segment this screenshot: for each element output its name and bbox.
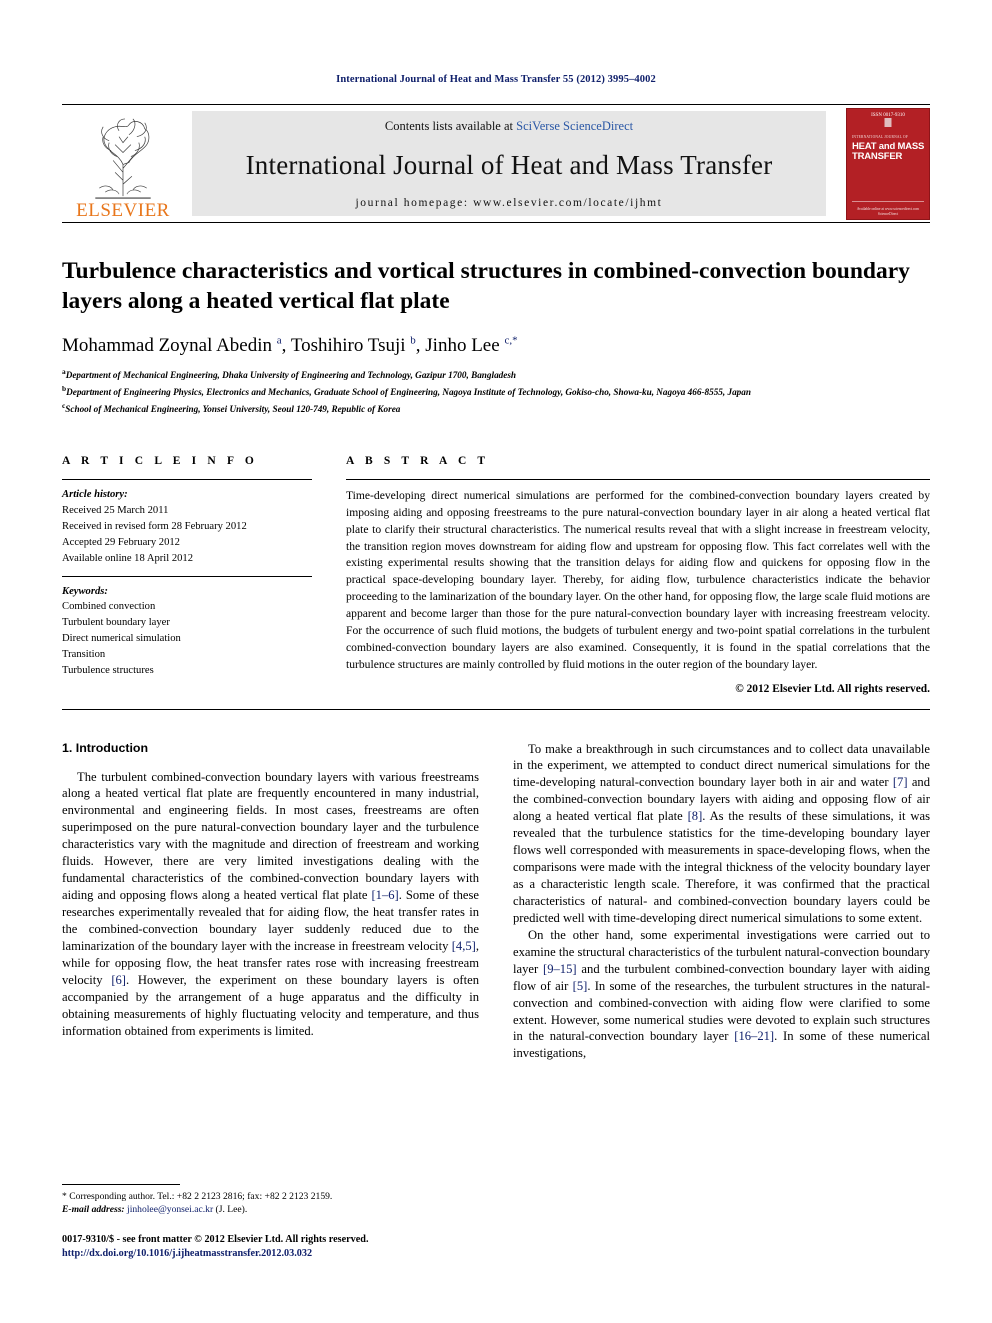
body-column-right: To make a breakthrough in such circumsta… — [513, 741, 930, 1063]
running-head: International Journal of Heat and Mass T… — [336, 74, 656, 85]
email-link[interactable]: jinholee@yonsei.ac.kr — [127, 1204, 213, 1215]
footnote-rule — [62, 1183, 180, 1185]
issn-line: 0017-9310/$ - see front matter © 2012 El… — [62, 1233, 369, 1245]
citation-ref[interactable]: [4,5] — [452, 939, 476, 953]
journal-homepage-link[interactable]: journal homepage: www.elsevier.com/locat… — [356, 197, 663, 209]
cover-subtitle: INTERNATIONAL JOURNAL OF — [852, 135, 909, 139]
history-item: Accepted 29 February 2012 — [62, 536, 180, 548]
keyword-item: Combined convection — [62, 601, 156, 613]
affiliation-list: aDepartment of Mechanical Engineering, D… — [62, 366, 930, 417]
abstract-column: A B S T R A C T Time-developing direct n… — [342, 455, 930, 695]
contents-prefix: Contents lists available at — [384, 119, 517, 133]
cover-footer-line2: ScienceDirect — [877, 211, 899, 216]
affiliation-text-a: Department of Mechanical Engineering, Dh… — [65, 369, 517, 380]
keywords-label: Keywords: — [62, 585, 108, 597]
abstract-copyright: © 2012 Elsevier Ltd. All rights reserved… — [735, 682, 930, 695]
footnote-block: * Corresponding author. Tel.: +82 2 2123… — [62, 1183, 478, 1261]
email-suffix: (J. Lee). — [215, 1204, 248, 1216]
contents-available-line: Contents lists available at SciVerse Sci… — [385, 119, 633, 134]
email-note: E-mail address: jinholee@yonsei.ac.kr (J… — [62, 1203, 478, 1217]
paragraph: The turbulent combined-convection bounda… — [62, 769, 480, 1038]
citation-ref[interactable]: [5] — [573, 979, 588, 993]
cover-footer: Available online at www.sciencedirect.co… — [847, 207, 929, 216]
email-label: E-mail address: — [62, 1204, 125, 1216]
affiliation-text-c: School of Mechanical Engineering, Yonsei… — [65, 404, 401, 415]
citation-ref[interactable]: [1–6] — [371, 888, 398, 902]
elsevier-logo: ELSEVIER — [62, 105, 184, 222]
cover-emblem-icon — [884, 118, 892, 127]
cover-footer-line1: Available online at www.sciencedirect.co… — [856, 207, 920, 212]
cover-title-line2: TRANSFER — [852, 150, 903, 162]
journal-cover-thumbnail: ISSN 0017-9310 INTERNATIONAL JOURNAL OF … — [832, 105, 930, 222]
affiliation-b: bDepartment of Engineering Physics, Elec… — [62, 383, 930, 400]
abstract-text: Time-developing direct numerical simulat… — [346, 489, 930, 671]
history-item: Received 25 March 2011 — [62, 504, 169, 516]
article-info-label: A R T I C L E I N F O — [62, 455, 258, 468]
citation-ref[interactable]: [9–15] — [543, 962, 577, 976]
author-list: Mohammad Zoynal Abedin a, Toshihiro Tsuj… — [62, 334, 518, 357]
section-heading-introduction: 1. Introduction — [62, 740, 149, 755]
keyword-item: Direct numerical simulation — [62, 633, 181, 645]
abstract-bottom-rule — [62, 708, 930, 710]
article-info-column: A R T I C L E I N F O Article history: R… — [62, 455, 342, 694]
elsevier-wordmark: ELSEVIER — [76, 200, 170, 221]
info-abstract-region: A R T I C L E I N F O Article history: R… — [62, 455, 930, 695]
keywords-block: Keywords: Combined convection Turbulent … — [62, 577, 312, 688]
corresponding-author-note: * Corresponding author. Tel.: +82 2 2123… — [62, 1190, 333, 1202]
keyword-item: Turbulence structures — [62, 664, 154, 676]
body-columns: 1. Introduction The turbulent combined-c… — [62, 741, 930, 1063]
history-item: Received in revised form 28 February 201… — [62, 520, 247, 532]
cover-image: ISSN 0017-9310 INTERNATIONAL JOURNAL OF … — [846, 108, 930, 220]
affiliation-a: aDepartment of Mechanical Engineering, D… — [62, 366, 930, 383]
masthead-bottom-rule — [62, 222, 930, 223]
doi-link[interactable]: http://dx.doi.org/10.1016/j.ijheatmasstr… — [62, 1247, 478, 1261]
affiliation-c: cSchool of Mechanical Engineering, Yonse… — [62, 400, 930, 417]
page-title: Turbulence characteristics and vortical … — [62, 258, 910, 315]
citation-ref[interactable]: [16–21] — [734, 1029, 774, 1043]
cover-divider — [852, 201, 924, 202]
body-column-left: 1. Introduction The turbulent combined-c… — [62, 741, 479, 1063]
citation-ref[interactable]: [8] — [688, 809, 703, 823]
journal-title: International Journal of Heat and Mass T… — [245, 150, 773, 180]
journal-masthead: ELSEVIER Contents lists available at Sci… — [62, 104, 930, 222]
article-history-label: Article history: — [62, 489, 128, 501]
paragraph: To make a breakthrough in such circumsta… — [513, 741, 930, 925]
abstract-label: A B S T R A C T — [346, 455, 490, 468]
keyword-item: Transition — [62, 649, 106, 661]
sciencedirect-link[interactable]: SciVerse ScienceDirect — [516, 119, 633, 133]
citation-ref[interactable]: [6] — [111, 973, 126, 987]
elsevier-tree-icon — [95, 118, 151, 199]
paper-page: International Journal of Heat and Mass T… — [0, 0, 992, 1323]
history-item: Available online 18 April 2012 — [62, 552, 194, 564]
citation-ref[interactable]: [7] — [893, 775, 908, 789]
article-history-block: Article history: Received 25 March 2011 … — [62, 480, 312, 575]
issn-block: 0017-9310/$ - see front matter © 2012 El… — [62, 1233, 478, 1261]
affiliation-text-b: Department of Engineering Physics, Elect… — [66, 387, 751, 398]
paragraph: On the other hand, some experimental inv… — [513, 927, 930, 1061]
journal-banner: Contents lists available at SciVerse Sci… — [192, 111, 826, 216]
keyword-item: Turbulent boundary layer — [62, 617, 170, 629]
cover-title: HEAT and MASS TRANSFER — [852, 142, 925, 161]
